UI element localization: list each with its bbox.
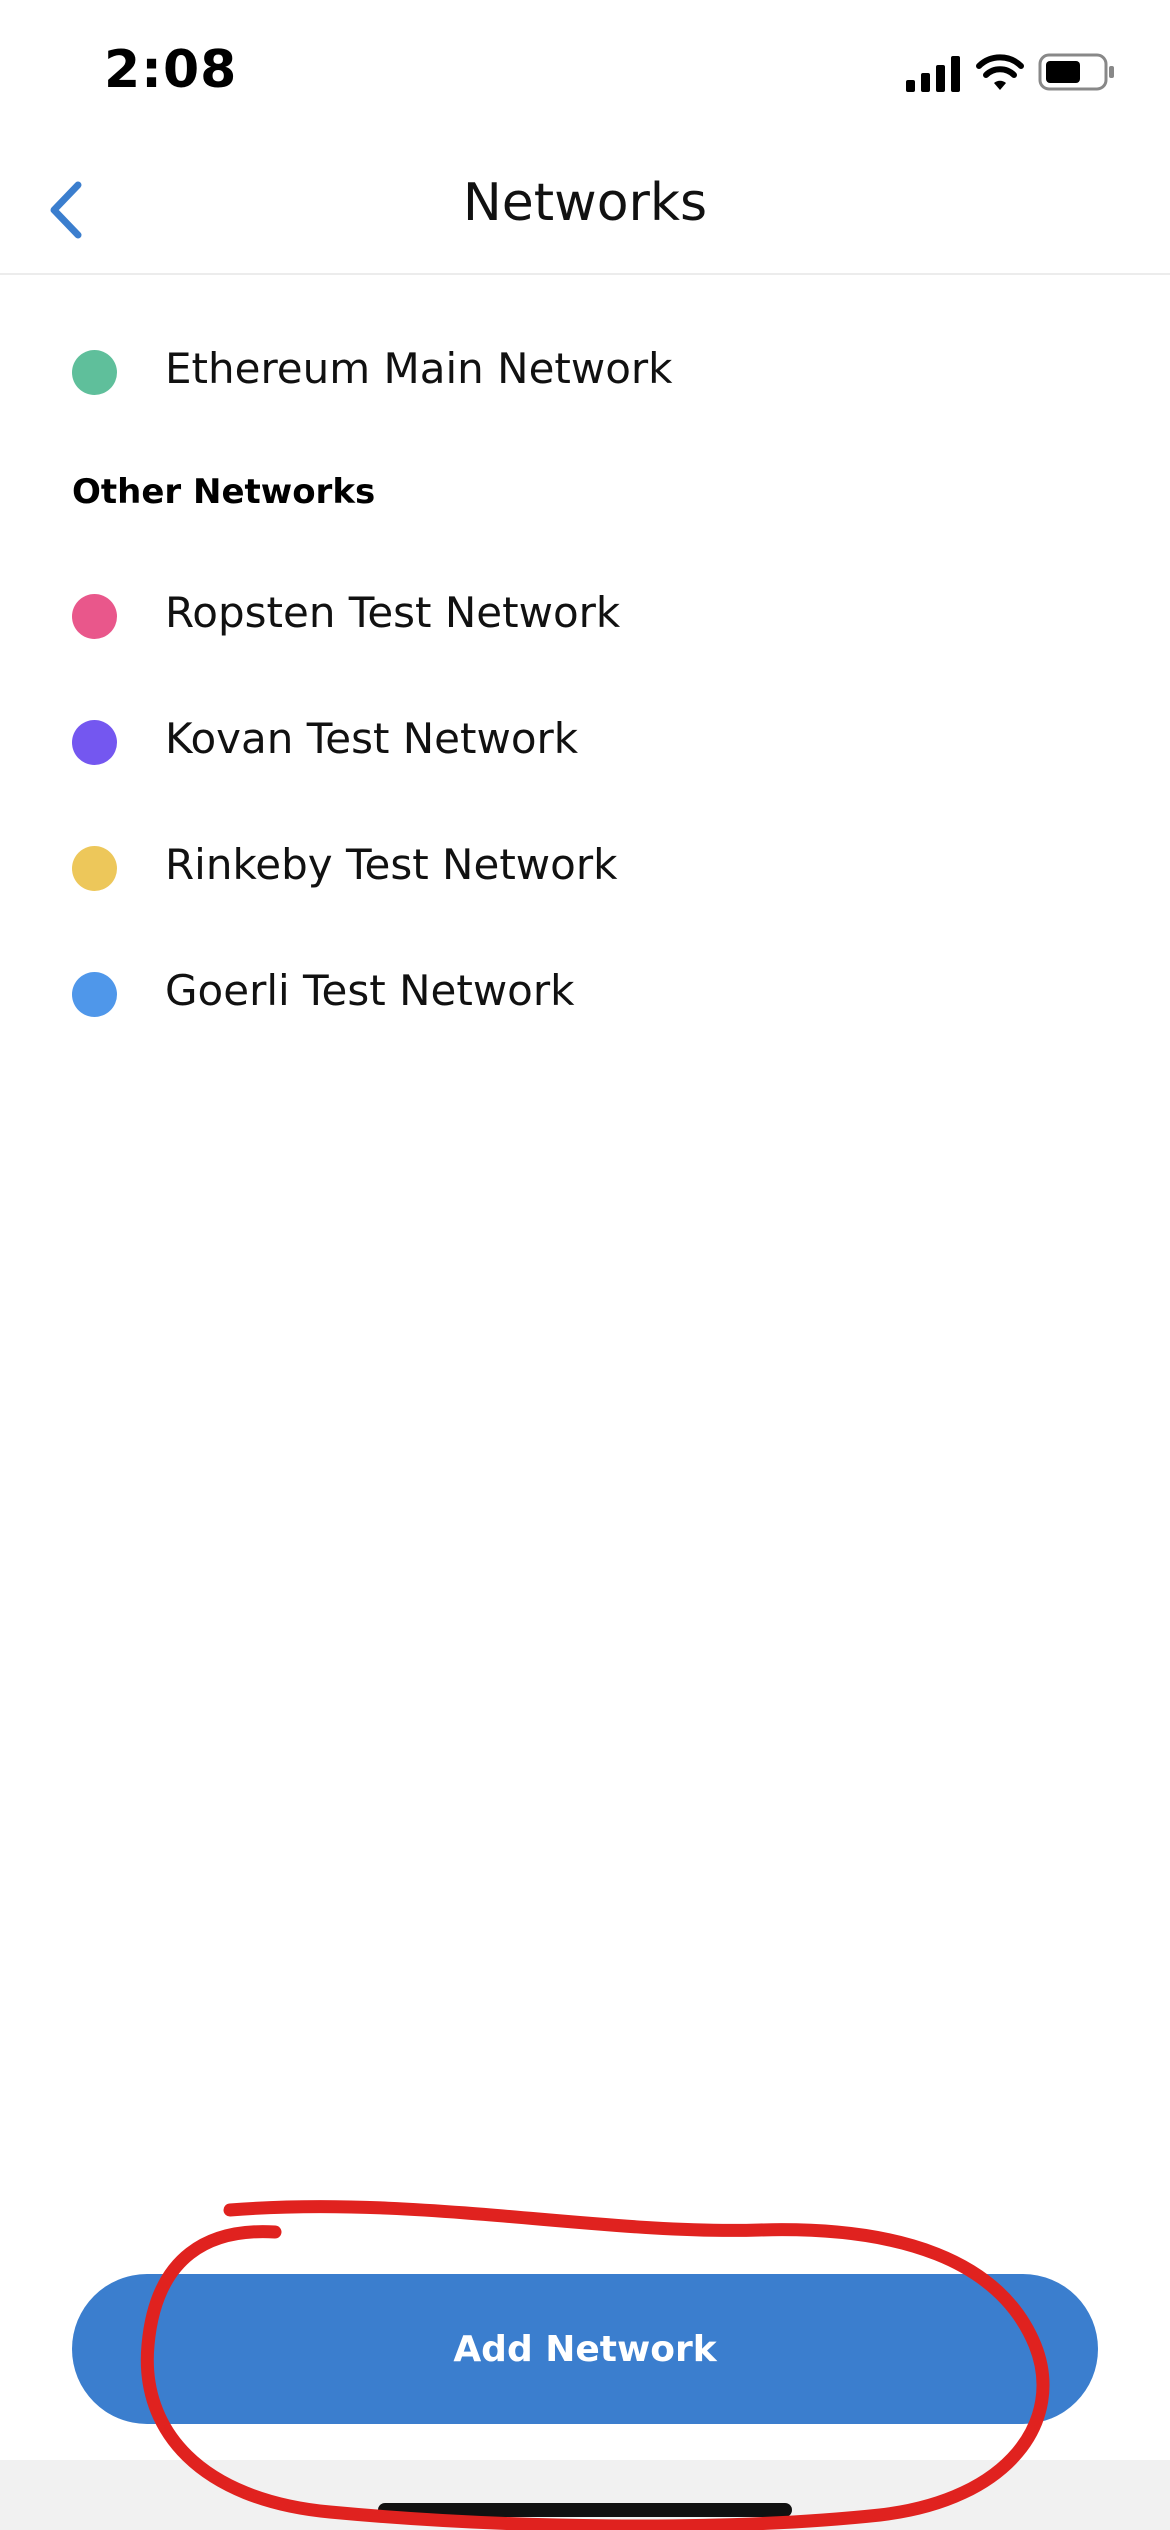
networks-screen: 2:08 Networks Ethereum Main Network Othe… [0, 0, 1170, 2530]
network-item-ethereum-main[interactable]: Ethereum Main Network [0, 318, 1170, 428]
network-label: Ropsten Test Network [165, 588, 621, 637]
header: Networks [0, 145, 1170, 275]
home-indicator [378, 2503, 792, 2517]
add-network-button[interactable]: Add Network [72, 2274, 1098, 2424]
network-item-ropsten[interactable]: Ropsten Test Network [0, 562, 1170, 672]
network-item-rinkeby[interactable]: Rinkeby Test Network [0, 814, 1170, 924]
bottom-safe-area [0, 2460, 1170, 2530]
network-color-dot [72, 972, 117, 1017]
signal-icon [906, 56, 960, 92]
network-color-dot [72, 720, 117, 765]
network-label: Goerli Test Network [165, 966, 575, 1015]
status-bar: 2:08 [0, 0, 1170, 145]
network-color-dot [72, 846, 117, 891]
network-item-goerli[interactable]: Goerli Test Network [0, 940, 1170, 1050]
network-label: Rinkeby Test Network [165, 840, 618, 889]
network-color-dot [72, 350, 117, 395]
page-title: Networks [462, 173, 708, 233]
network-color-dot [72, 594, 117, 639]
status-time: 2:08 [104, 40, 238, 100]
other-networks-heading: Other Networks [72, 472, 376, 512]
wifi-icon [976, 54, 1024, 90]
network-label: Ethereum Main Network [165, 344, 673, 393]
network-item-kovan[interactable]: Kovan Test Network [0, 688, 1170, 798]
network-label: Kovan Test Network [165, 714, 579, 763]
battery-icon [1038, 53, 1114, 91]
